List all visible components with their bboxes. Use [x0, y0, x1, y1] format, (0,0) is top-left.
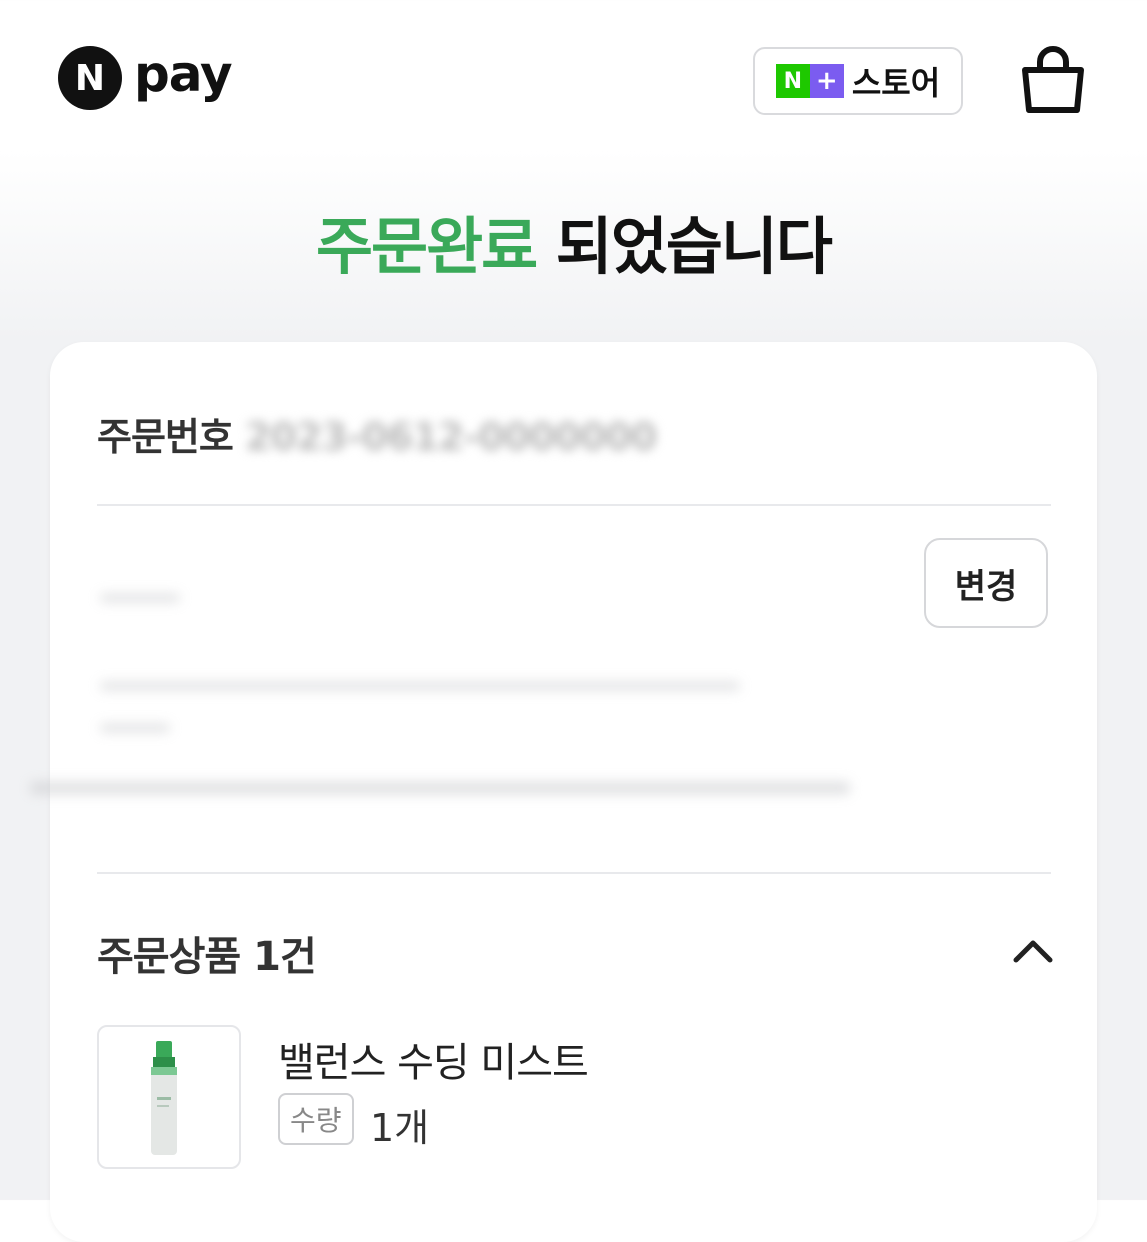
chevron-up-icon[interactable] [1010, 930, 1056, 970]
change-address-button[interactable]: 변경 [924, 538, 1048, 628]
divider [97, 504, 1051, 506]
store-label: 스토어 [851, 64, 941, 102]
page-title: 주문완료 되었습니다 [0, 196, 1147, 286]
mist-bottle-icon [151, 1041, 177, 1155]
quantity-badge: 수량 [278, 1093, 354, 1145]
order-items-title: 주문상품 1건 [97, 934, 317, 980]
title-highlight: 주문완료 [316, 210, 538, 283]
redacted-address-line [100, 682, 740, 690]
npay-logo[interactable]: N pay [58, 45, 233, 110]
store-badge-n: N [775, 64, 810, 98]
product-name[interactable]: 밸런스 수딩 미스트 [278, 1030, 589, 1088]
order-number-label: 주문번호 [97, 415, 246, 459]
store-badge-plus: + [809, 64, 844, 98]
order-card: 주문번호 2023-0612-0000000 변경 주문상품 1건 밸런스 수딩… [30, 342, 1097, 1242]
redacted-address-line [100, 724, 170, 732]
redacted-delivery-note [30, 782, 850, 794]
npay-logo-mark: N [58, 46, 122, 110]
quantity-value: 1개 [370, 1106, 430, 1150]
title-rest: 되었습니다 [536, 210, 833, 283]
npay-logo-word: pay [134, 45, 233, 103]
order-number: 주문번호 2023-0612-0000000 [97, 406, 657, 461]
divider [97, 872, 1051, 874]
header: N pay N + 스토어 [0, 0, 1147, 160]
naver-plus-store-button[interactable]: N + 스토어 [753, 47, 963, 115]
redacted-recipient [100, 594, 180, 602]
product-thumbnail[interactable] [97, 1025, 241, 1169]
order-number-value: 2023-0612-0000000 [245, 415, 657, 459]
shopping-bag-icon[interactable] [1020, 46, 1086, 116]
